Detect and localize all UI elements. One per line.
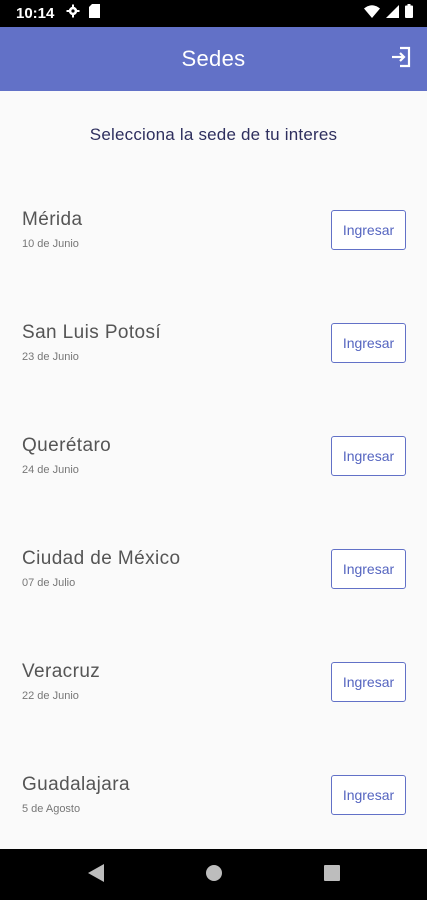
- home-button[interactable]: [204, 864, 224, 887]
- gear-icon: [66, 4, 80, 23]
- app-bar: Sedes: [0, 27, 427, 91]
- venue-name: Guadalajara: [22, 774, 130, 795]
- enter-button[interactable]: Ingresar: [331, 775, 406, 815]
- sd-card-icon: [89, 4, 101, 23]
- back-button[interactable]: [86, 863, 106, 887]
- venue-date: 22 de Junio: [22, 690, 79, 702]
- enter-button[interactable]: Ingresar: [331, 662, 406, 702]
- venue-date: 10 de Junio: [22, 238, 79, 250]
- recents-button[interactable]: [322, 864, 342, 886]
- enter-button[interactable]: Ingresar: [331, 323, 406, 363]
- status-time: 10:14: [16, 5, 55, 22]
- enter-button[interactable]: Ingresar: [331, 549, 406, 589]
- venue-date: 24 de Junio: [22, 464, 79, 476]
- list-item: Guadalajara 5 de Agosto Ingresar: [0, 750, 427, 863]
- page-title: Sedes: [181, 46, 246, 71]
- venue-name: San Luis Potosí: [22, 322, 162, 343]
- venue-name: Mérida: [22, 209, 83, 230]
- list-item: Ciudad de México 07 de Julio Ingresar: [0, 524, 427, 637]
- logout-icon: [389, 45, 413, 74]
- venue-date: 07 de Julio: [22, 577, 76, 589]
- section-heading: Selecciona la sede de tu interes: [89, 125, 338, 144]
- list-item: Veracruz 22 de Junio Ingresar: [0, 637, 427, 750]
- signal-icon: [386, 4, 399, 23]
- logout-button[interactable]: [387, 45, 415, 73]
- back-icon: [88, 863, 104, 887]
- enter-button[interactable]: Ingresar: [331, 210, 406, 250]
- battery-icon: [405, 4, 413, 23]
- list-item: San Luis Potosí 23 de Junio Ingresar: [0, 298, 427, 411]
- venue-name: Ciudad de México: [22, 548, 181, 569]
- home-icon: [205, 864, 223, 887]
- venue-name: Querétaro: [22, 435, 112, 456]
- system-nav-bar: [0, 849, 427, 900]
- recents-icon: [324, 864, 340, 886]
- venue-date: 5 de Agosto: [22, 803, 81, 815]
- wifi-icon: [364, 4, 380, 23]
- venue-list: Mérida 10 de Junio Ingresar San Luis Pot…: [0, 185, 427, 863]
- venue-name: Veracruz: [22, 661, 101, 682]
- status-bar: 10:14: [0, 0, 427, 27]
- list-item: Querétaro 24 de Junio Ingresar: [0, 411, 427, 524]
- enter-button[interactable]: Ingresar: [331, 436, 406, 476]
- venue-date: 23 de Junio: [22, 351, 79, 363]
- list-item: Mérida 10 de Junio Ingresar: [0, 185, 427, 298]
